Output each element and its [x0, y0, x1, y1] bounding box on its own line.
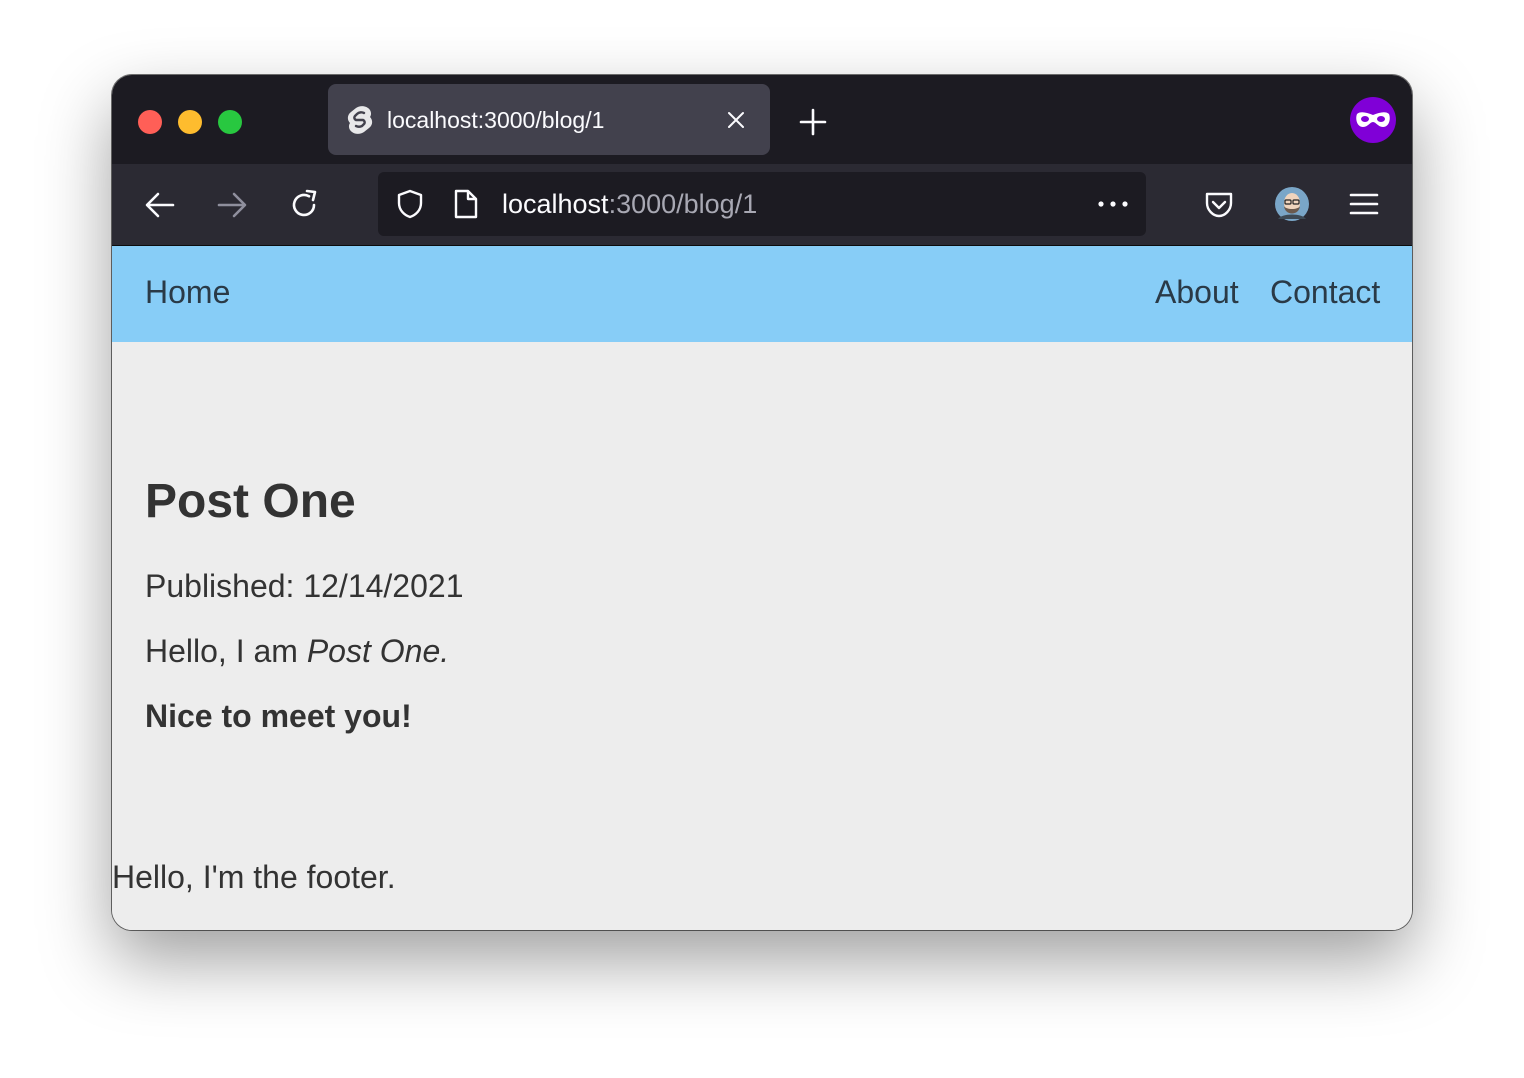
site-header: Home About Contact: [112, 246, 1412, 342]
nav-link-contact[interactable]: Contact: [1270, 274, 1380, 311]
browser-window: localhost:3000/blog/1 localhost:3000/blo…: [112, 75, 1412, 930]
pocket-icon[interactable]: [1202, 188, 1236, 222]
tab-active[interactable]: localhost:3000/blog/1: [328, 84, 770, 155]
maximize-window-button[interactable]: [218, 110, 242, 134]
shield-icon[interactable]: [394, 188, 426, 220]
arrow-right-icon[interactable]: [215, 188, 249, 222]
post-intro-text: Hello, I am: [145, 633, 307, 669]
minimize-window-button[interactable]: [178, 110, 202, 134]
web-page: Home About Contact Post One Published: 1…: [112, 246, 1412, 930]
url-path: :3000/blog/1: [608, 189, 758, 219]
nav-link-home[interactable]: Home: [145, 274, 230, 311]
arrow-left-icon[interactable]: [143, 188, 177, 222]
nav-toolbar: localhost:3000/blog/1: [112, 164, 1412, 246]
url-text[interactable]: localhost:3000/blog/1: [502, 189, 757, 220]
close-window-button[interactable]: [138, 110, 162, 134]
plus-icon[interactable]: [798, 107, 828, 137]
private-browsing-mask-icon[interactable]: [1350, 97, 1396, 143]
tab-title: localhost:3000/blog/1: [387, 107, 605, 133]
svelte-logo-icon: [347, 106, 373, 134]
reload-icon[interactable]: [287, 188, 321, 222]
site-footer: Hello, I'm the footer.: [112, 859, 396, 895]
url-bar[interactable]: localhost:3000/blog/1: [378, 172, 1146, 236]
post-published-date: Published: 12/14/2021: [145, 568, 464, 604]
url-host: localhost: [502, 189, 609, 219]
more-dots-icon[interactable]: [1096, 196, 1130, 212]
post-intro: Hello, I am Post One.: [145, 633, 449, 670]
post-intro-emphasis: Post One.: [306, 633, 450, 669]
post-title: Post One: [145, 475, 356, 528]
nav-link-about[interactable]: About: [1155, 274, 1239, 311]
hamburger-menu-icon[interactable]: [1348, 190, 1380, 218]
close-icon[interactable]: [724, 108, 748, 132]
post-greeting: Nice to meet you!: [145, 698, 412, 734]
page-icon[interactable]: [453, 188, 479, 220]
avatar-icon[interactable]: [1274, 186, 1310, 222]
tab-strip: localhost:3000/blog/1: [112, 75, 1412, 164]
